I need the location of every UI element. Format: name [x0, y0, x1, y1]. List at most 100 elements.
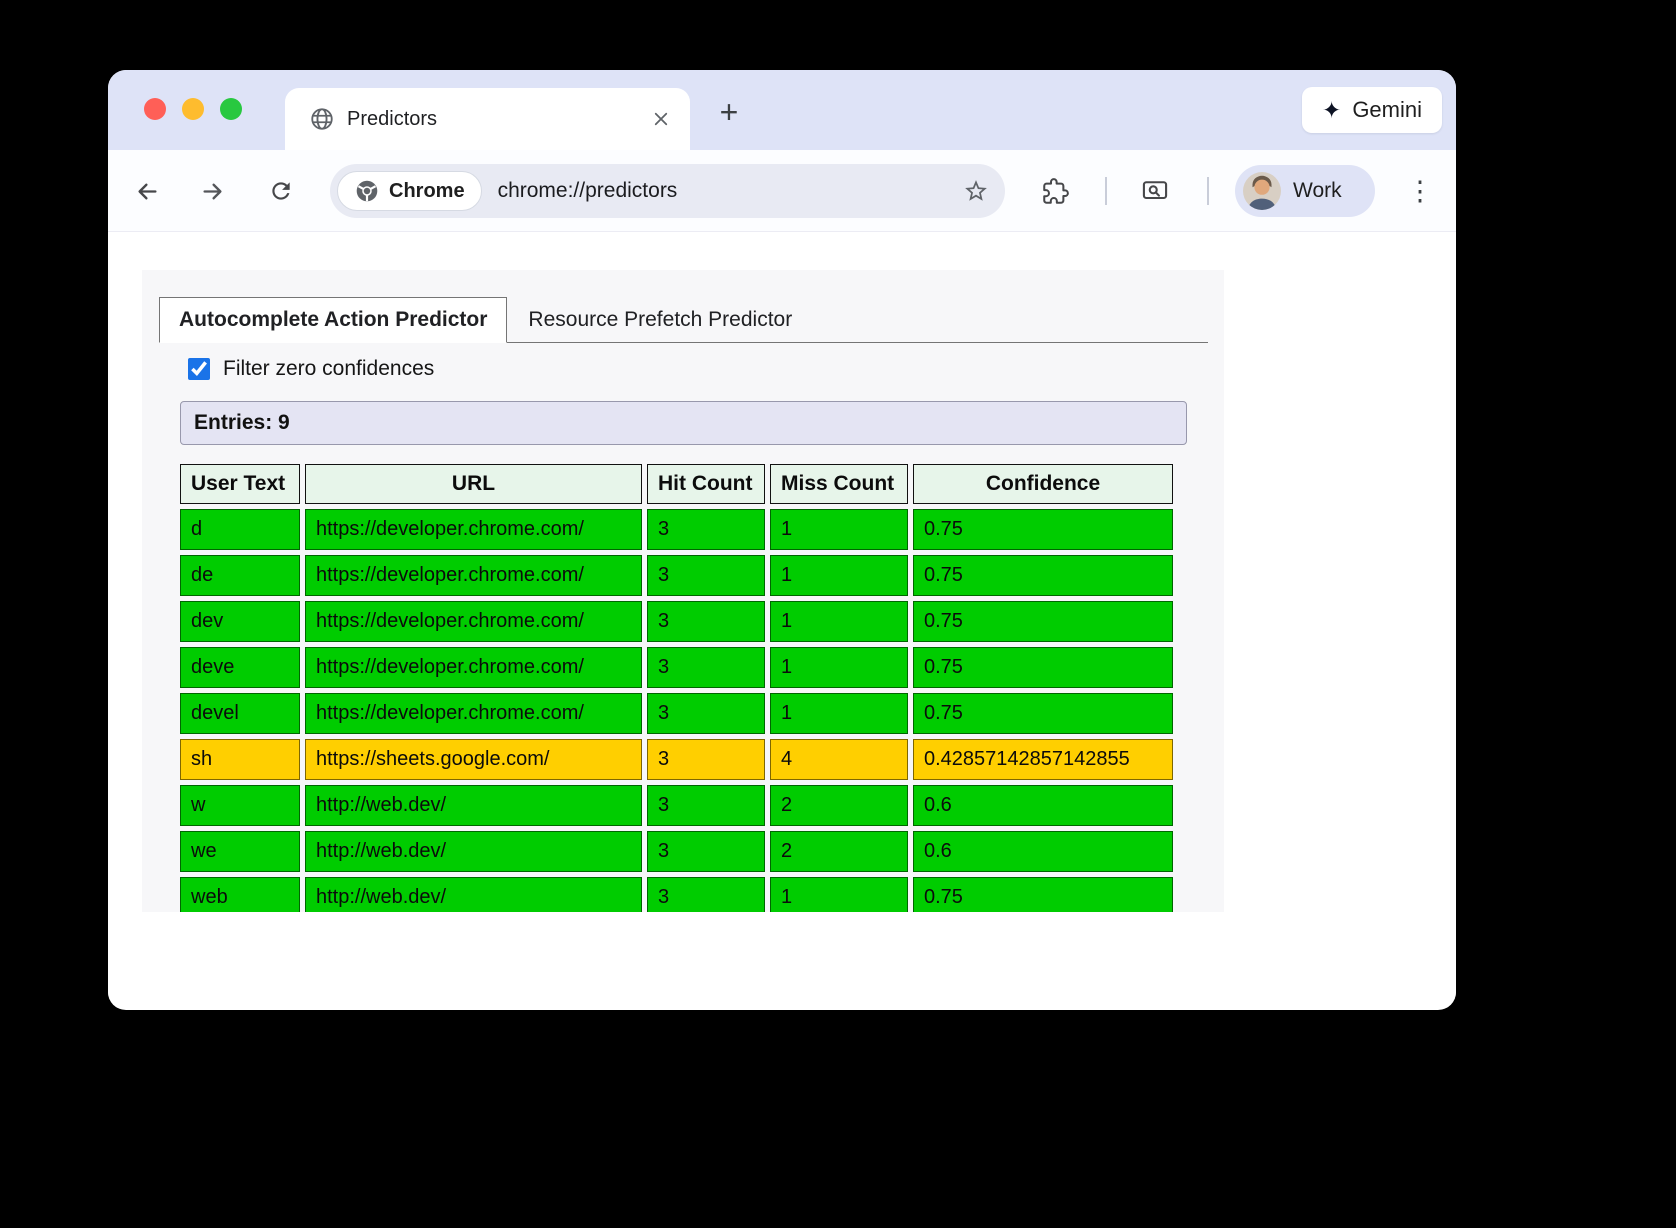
table-row: webhttp://web.dev/310.75 — [180, 877, 1173, 912]
cell-miss-count: 1 — [770, 693, 908, 734]
forward-arrow-icon — [199, 178, 226, 205]
forward-button[interactable] — [192, 171, 232, 211]
tab-strip: Predictors + ✦ Gemini — [108, 70, 1456, 150]
cell-confidence: 0.75 — [913, 877, 1173, 912]
browser-tab[interactable]: Predictors — [285, 88, 690, 150]
cell-hit-count: 3 — [647, 693, 765, 734]
cell-url: https://developer.chrome.com/ — [305, 647, 642, 688]
screen-search-icon[interactable] — [1135, 171, 1175, 211]
cell-user-text: dev — [180, 601, 300, 642]
cell-miss-count: 1 — [770, 509, 908, 550]
col-header-hit-count: Hit Count — [647, 464, 765, 504]
tab-autocomplete-action-predictor[interactable]: Autocomplete Action Predictor — [159, 297, 507, 343]
col-header-miss-count: Miss Count — [770, 464, 908, 504]
chrome-logo-icon — [354, 178, 380, 204]
tab-resource-prefetch-predictor[interactable]: Resource Prefetch Predictor — [507, 298, 813, 342]
cell-hit-count: 3 — [647, 509, 765, 550]
cell-user-text: devel — [180, 693, 300, 734]
cell-confidence: 0.75 — [913, 555, 1173, 596]
col-header-url: URL — [305, 464, 642, 504]
cell-user-text: deve — [180, 647, 300, 688]
profile-avatar — [1243, 172, 1281, 210]
gemini-button[interactable]: ✦ Gemini — [1302, 87, 1442, 133]
chrome-chip-label: Chrome — [389, 180, 465, 203]
address-bar[interactable]: Chrome chrome://predictors — [330, 164, 1005, 218]
filter-label: Filter zero confidences — [223, 357, 434, 381]
cell-hit-count: 3 — [647, 785, 765, 826]
back-arrow-icon — [134, 178, 161, 205]
zoom-window-button[interactable] — [220, 98, 242, 120]
toolbar: Chrome chrome://predictors — [108, 150, 1456, 232]
table-row: dhttps://developer.chrome.com/310.75 — [180, 509, 1173, 550]
chrome-site-chip[interactable]: Chrome — [337, 171, 482, 211]
cell-confidence: 0.75 — [913, 601, 1173, 642]
cell-user-text: web — [180, 877, 300, 912]
tab-close-button[interactable] — [646, 104, 676, 134]
toolbar-separator — [1207, 177, 1209, 205]
profile-label: Work — [1293, 179, 1342, 203]
col-header-user-text: User Text — [180, 464, 300, 504]
cell-url: http://web.dev/ — [305, 785, 642, 826]
cell-miss-count: 1 — [770, 555, 908, 596]
filter-zero-confidences-checkbox[interactable] — [188, 358, 210, 380]
close-icon — [652, 110, 670, 128]
cell-hit-count: 3 — [647, 647, 765, 688]
reload-icon — [268, 178, 294, 204]
cell-confidence: 0.6 — [913, 785, 1173, 826]
table-row: dehttps://developer.chrome.com/310.75 — [180, 555, 1173, 596]
gemini-sparkle-icon: ✦ — [1322, 97, 1341, 124]
toolbar-separator — [1105, 177, 1107, 205]
extensions-icon[interactable] — [1035, 171, 1075, 211]
gemini-label: Gemini — [1352, 97, 1422, 123]
cell-hit-count: 3 — [647, 877, 765, 912]
cell-miss-count: 2 — [770, 831, 908, 872]
cell-url: https://developer.chrome.com/ — [305, 601, 642, 642]
cell-miss-count: 1 — [770, 647, 908, 688]
cell-miss-count: 1 — [770, 601, 908, 642]
cell-url: https://developer.chrome.com/ — [305, 509, 642, 550]
cell-hit-count: 3 — [647, 739, 765, 780]
back-button[interactable] — [127, 171, 167, 211]
cell-confidence: 0.6 — [913, 831, 1173, 872]
predictors-content: Autocomplete Action Predictor Resource P… — [142, 270, 1224, 912]
table-row: wehttp://web.dev/320.6 — [180, 831, 1173, 872]
menu-button[interactable]: ⋮ — [1400, 171, 1440, 211]
entries-banner: Entries: 9 — [180, 401, 1187, 445]
table-header-row: User Text URL Hit Count Miss Count Confi… — [180, 464, 1173, 504]
cell-user-text: w — [180, 785, 300, 826]
cell-miss-count: 2 — [770, 785, 908, 826]
profile-button[interactable]: Work — [1235, 165, 1375, 217]
cell-user-text: de — [180, 555, 300, 596]
cell-confidence: 0.75 — [913, 693, 1173, 734]
table-row: devehttps://developer.chrome.com/310.75 — [180, 647, 1173, 688]
bookmark-star-icon[interactable] — [963, 178, 989, 204]
minimize-window-button[interactable] — [182, 98, 204, 120]
traffic-lights — [144, 98, 242, 120]
tab-title: Predictors — [347, 108, 437, 131]
predictors-table: User Text URL Hit Count Miss Count Confi… — [175, 459, 1178, 912]
cell-confidence: 0.75 — [913, 647, 1173, 688]
cell-miss-count: 1 — [770, 877, 908, 912]
browser-window: Predictors + ✦ Gemini — [108, 70, 1456, 1010]
new-tab-button[interactable]: + — [709, 92, 749, 132]
filter-row: Filter zero confidences — [188, 357, 1208, 381]
cell-hit-count: 3 — [647, 555, 765, 596]
table-row: devhttps://developer.chrome.com/310.75 — [180, 601, 1173, 642]
cell-confidence: 0.42857142857142855 — [913, 739, 1173, 780]
reload-button[interactable] — [261, 171, 301, 211]
close-window-button[interactable] — [144, 98, 166, 120]
cell-url: https://developer.chrome.com/ — [305, 693, 642, 734]
page-tabs: Autocomplete Action Predictor Resource P… — [159, 297, 1208, 343]
col-header-confidence: Confidence — [913, 464, 1173, 504]
cell-confidence: 0.75 — [913, 509, 1173, 550]
page: Autocomplete Action Predictor Resource P… — [108, 232, 1456, 1008]
table-row: shhttps://sheets.google.com/340.42857142… — [180, 739, 1173, 780]
cell-user-text: we — [180, 831, 300, 872]
cell-url: http://web.dev/ — [305, 831, 642, 872]
table-row: develhttps://developer.chrome.com/310.75 — [180, 693, 1173, 734]
url-text: chrome://predictors — [498, 179, 947, 203]
globe-favicon-icon — [309, 106, 335, 132]
table-row: whttp://web.dev/320.6 — [180, 785, 1173, 826]
cell-user-text: d — [180, 509, 300, 550]
cell-miss-count: 4 — [770, 739, 908, 780]
